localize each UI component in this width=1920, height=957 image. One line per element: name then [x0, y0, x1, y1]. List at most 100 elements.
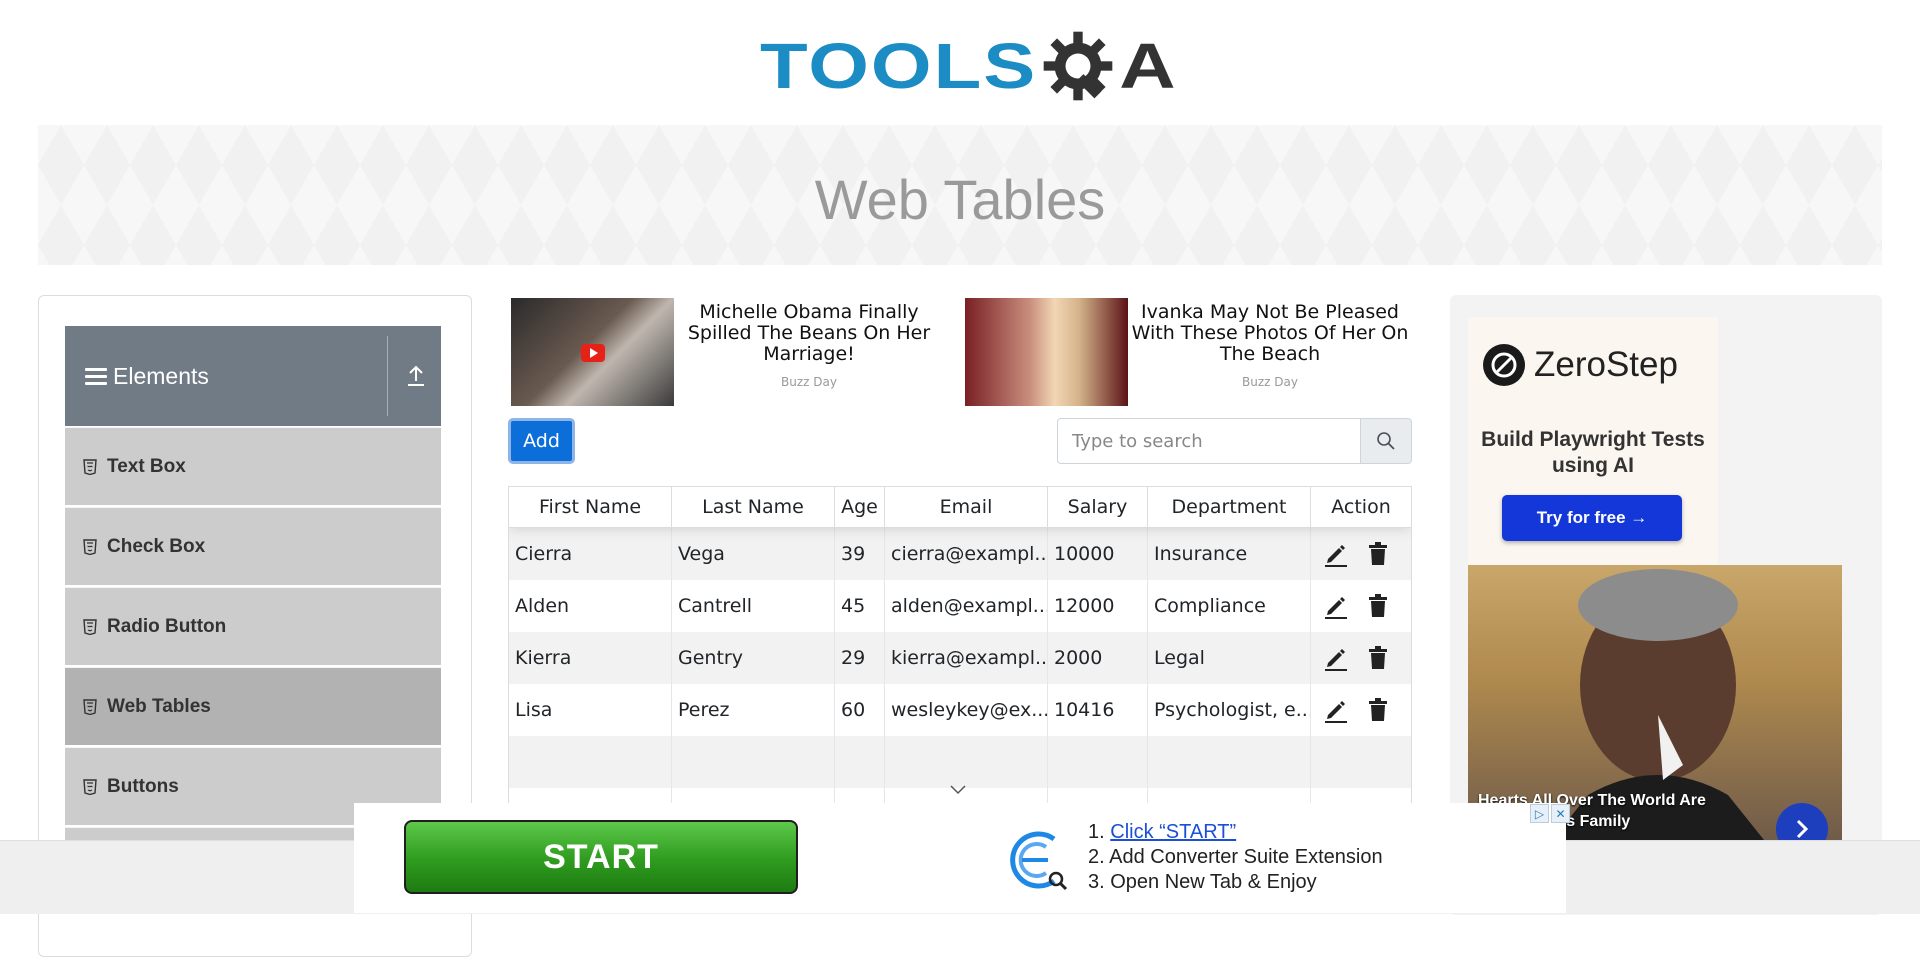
cell-email: wesleykey@ex... [885, 684, 1048, 736]
story-headline[interactable]: Michelle Obama Finally Spilled The Beans… [674, 302, 944, 365]
table-row-empty [509, 736, 1411, 788]
column-header-age[interactable]: Age [835, 487, 885, 527]
sidebar-item-label: Web Tables [107, 695, 211, 717]
cell-email: alden@exampl... [885, 580, 1048, 632]
empty-cell [1148, 736, 1311, 788]
zerostep-brand: ZeroStep [1534, 345, 1678, 384]
cell-salary: 2000 [1048, 632, 1148, 684]
cell-last-name: Vega [672, 528, 835, 580]
install-steps: 1. Click “START” 2. Add Converter Suite … [1088, 820, 1383, 895]
zerostep-ad-card: ZeroStep Build Playwright Tests using AI… [1468, 317, 1718, 565]
column-header-department[interactable]: Department [1148, 487, 1311, 527]
cell-action [1311, 528, 1411, 580]
cell-age: 39 [835, 528, 885, 580]
edit-icon[interactable] [1323, 541, 1349, 567]
cell-salary: 10416 [1048, 684, 1148, 736]
sponsored-story-2[interactable]: Ivanka May Not Be Pleased With These Pho… [965, 298, 1412, 406]
step-1-number: 1. [1088, 821, 1105, 843]
collapse-arrow-icon[interactable] [405, 364, 427, 388]
html5-icon [83, 698, 97, 715]
column-header-action[interactable]: Action [1311, 487, 1411, 527]
converter-suite-logo [1010, 831, 1068, 891]
sidebar-item-label: Radio Button [107, 615, 227, 637]
sidebar-item-radio-button[interactable]: Radio Button [65, 587, 441, 665]
column-header-first-name[interactable]: First Name [509, 487, 672, 527]
empty-cell [1311, 736, 1411, 788]
step-2: 2. Add Converter Suite Extension [1088, 846, 1383, 868]
html5-icon [83, 538, 97, 555]
cell-salary: 10000 [1048, 528, 1148, 580]
zerostep-tagline: Build Playwright Tests using AI [1481, 428, 1705, 477]
click-start-link[interactable]: Click “START” [1110, 821, 1236, 843]
chevron-down-icon[interactable] [950, 785, 966, 795]
elements-group-header[interactable]: Elements [65, 326, 441, 426]
column-header-last-name[interactable]: Last Name [672, 487, 835, 527]
column-header-salary[interactable]: Salary [1048, 487, 1148, 527]
edit-icon[interactable] [1323, 645, 1349, 671]
add-button[interactable]: Add [508, 418, 575, 464]
cell-age: 60 [835, 684, 885, 736]
table-header: First Name Last Name Age Email Salary De… [509, 487, 1411, 528]
sidebar-item-web-tables[interactable]: Web Tables [65, 667, 441, 745]
sponsored-story-1[interactable]: Michelle Obama Finally Spilled The Beans… [511, 298, 944, 406]
cell-age: 45 [835, 580, 885, 632]
chevron-right-icon [1796, 819, 1809, 839]
delete-icon[interactable] [1367, 646, 1389, 670]
close-icon[interactable]: ✕ [1551, 804, 1570, 823]
sidebar-item-text-box[interactable]: Text Box [65, 427, 441, 505]
cell-department: Psychologist, e... [1148, 684, 1311, 736]
html5-icon [83, 618, 97, 635]
toolsqa-logo[interactable]: TOOLS A [760, 18, 1176, 114]
cell-email: cierra@exampl... [885, 528, 1048, 580]
cell-first-name: Kierra [509, 632, 672, 684]
cell-first-name: Lisa [509, 684, 672, 736]
cell-action [1311, 580, 1411, 632]
html5-icon [83, 778, 97, 795]
delete-icon[interactable] [1367, 594, 1389, 618]
delete-icon[interactable] [1367, 698, 1389, 722]
story-headline[interactable]: Ivanka May Not Be Pleased With These Pho… [1128, 302, 1412, 365]
zerostep-logo: ZeroStep [1482, 343, 1678, 387]
step-1: 1. Click “START” [1088, 820, 1383, 845]
sidebar-item-check-box[interactable]: Check Box [65, 507, 441, 585]
cell-last-name: Perez [672, 684, 835, 736]
table-row: Lisa Perez 60 wesleykey@ex... 10416 Psyc… [509, 684, 1411, 736]
story-thumbnail [511, 298, 674, 406]
start-button[interactable]: START [404, 820, 798, 894]
search-button[interactable] [1360, 418, 1412, 464]
search-input[interactable] [1057, 418, 1361, 464]
edit-icon[interactable] [1323, 697, 1349, 723]
delete-icon[interactable] [1367, 542, 1389, 566]
cell-age: 29 [835, 632, 885, 684]
empty-cell [1048, 736, 1148, 788]
sidebar-item-label: Check Box [107, 535, 206, 557]
cell-email: kierra@exampl... [885, 632, 1048, 684]
bottom-advertisement[interactable]: START 1. Click “START” 2. Add Converter … [354, 803, 1570, 913]
column-header-email[interactable]: Email [885, 487, 1048, 527]
cell-action [1311, 632, 1411, 684]
search-icon [1377, 432, 1395, 450]
gear-icon [1043, 31, 1113, 101]
hamburger-icon [85, 364, 107, 389]
zerostep-logo-icon [1483, 344, 1525, 386]
edit-icon[interactable] [1323, 593, 1349, 619]
cell-last-name: Cantrell [672, 580, 835, 632]
ad-choices: ▷ ✕ [1530, 804, 1570, 823]
empty-cell [835, 736, 885, 788]
sidebar-item-label: Text Box [107, 455, 186, 477]
cell-salary: 12000 [1048, 580, 1148, 632]
story-source: Buzz Day [1242, 375, 1298, 389]
step-3: 3. Open New Tab & Enjoy [1088, 871, 1317, 893]
play-icon [581, 344, 605, 362]
empty-cell [672, 736, 835, 788]
table-row: Alden Cantrell 45 alden@exampl... 12000 … [509, 580, 1411, 632]
ad-choices-icon[interactable]: ▷ [1530, 804, 1549, 823]
logo-qa-text: A [1119, 29, 1176, 103]
cell-department: Compliance [1148, 580, 1311, 632]
try-for-free-button[interactable]: Try for free → [1502, 495, 1682, 541]
cell-first-name: Alden [509, 580, 672, 632]
table-row: Kierra Gentry 29 kierra@exampl... 2000 L… [509, 632, 1411, 684]
story-text: Ivanka May Not Be Pleased With These Pho… [1128, 298, 1412, 406]
group-title: Elements [113, 362, 209, 389]
html5-icon [83, 458, 97, 475]
